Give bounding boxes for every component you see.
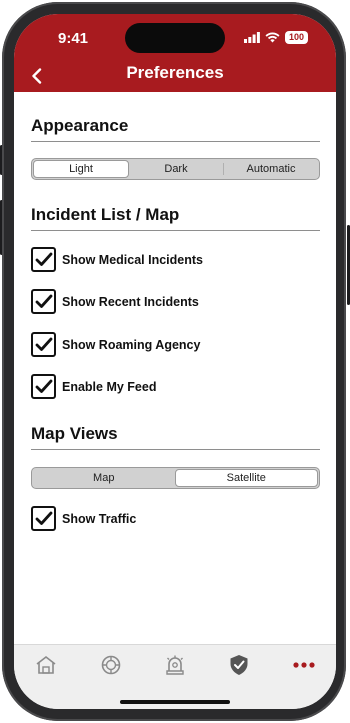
appearance-heading: Appearance [31,116,129,135]
house-icon [36,655,56,674]
show-medical-incidents-row[interactable]: Show Medical Incidents [31,247,203,272]
home-indicator [120,700,230,704]
show-recent-incidents-checkbox[interactable] [31,289,56,314]
appearance-divider [31,141,320,142]
app-header: 9:41 100 Preferences [14,14,336,92]
fire-badge-icon [101,655,120,675]
incident-list-heading: Incident List / Map [31,205,180,224]
tab-home[interactable] [26,653,66,677]
appearance-segmented-control: Light Dark Automatic [31,158,320,180]
show-recent-incidents-row[interactable]: Show Recent Incidents [31,289,199,314]
appearance-option-automatic[interactable]: Automatic [224,160,318,178]
tab-more[interactable] [284,653,324,677]
incident-list-divider [31,230,320,231]
appearance-option-dark[interactable]: Dark [129,160,223,178]
show-recent-incidents-label: Show Recent Incidents [62,294,199,309]
map-views-heading: Map Views [31,424,118,443]
enable-my-feed-label: Enable My Feed [62,379,157,394]
more-dots-icon [293,662,315,668]
tab-security[interactable] [219,653,259,677]
appearance-option-light[interactable]: Light [33,160,129,178]
battery-indicator: 100 [284,31,308,44]
show-roaming-agency-checkbox[interactable] [31,332,56,357]
enable-my-feed-checkbox[interactable] [31,374,56,399]
tab-agencies[interactable] [91,653,131,677]
map-views-divider [31,449,320,450]
alarm-bell-icon [166,655,184,675]
page-title: Preferences [126,63,224,82]
screen: 9:41 100 Preferences Appearance Light Da… [14,14,336,709]
wifi-icon [265,32,280,43]
status-time: 9:41 [58,30,89,47]
checkmark-icon [35,252,52,266]
map-option-satellite[interactable]: Satellite [174,469,318,487]
show-medical-incidents-label: Show Medical Incidents [62,252,203,267]
checkmark-icon [35,337,52,351]
show-medical-incidents-checkbox[interactable] [31,247,56,272]
show-roaming-agency-row[interactable]: Show Roaming Agency [31,332,200,357]
show-traffic-label: Show Traffic [62,511,137,526]
show-traffic-row[interactable]: Show Traffic [31,506,136,531]
status-icons: 100 [243,31,308,44]
show-traffic-checkbox[interactable] [31,506,56,531]
show-roaming-agency-label: Show Roaming Agency [62,337,201,352]
tab-alerts[interactable] [155,653,195,677]
checkmark-icon [35,294,52,308]
phone-device: 9:41 100 Preferences Appearance Light Da… [0,0,350,723]
checkmark-icon [35,511,52,525]
map-views-segmented-control: Map Satellite [31,467,320,489]
dynamic-island [125,23,225,53]
enable-my-feed-row[interactable]: Enable My Feed [31,374,156,399]
checkmark-icon [35,379,52,393]
map-option-map[interactable]: Map [33,469,175,487]
shield-check-icon [230,655,248,675]
signal-icon [243,32,260,43]
